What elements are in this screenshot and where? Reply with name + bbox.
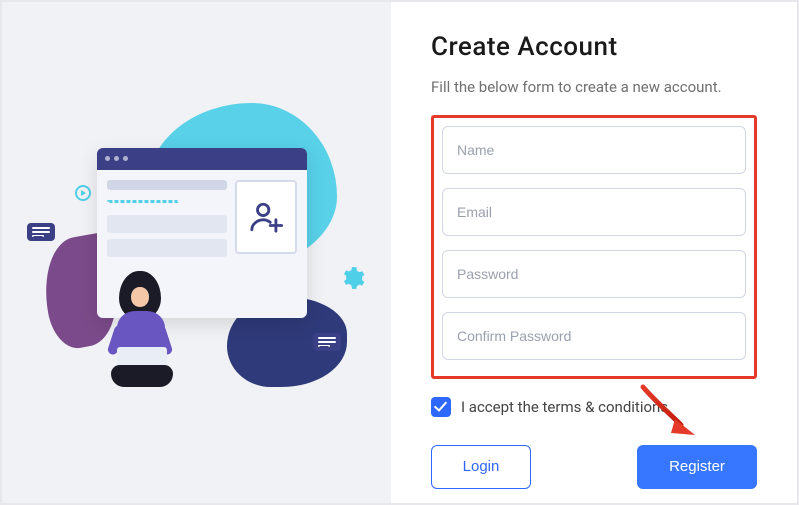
password-field[interactable] (442, 250, 746, 298)
gear-icon (339, 265, 365, 295)
illustration-panel (2, 2, 391, 503)
person-graphic (97, 271, 187, 391)
form-panel: Create Account Fill the below form to cr… (391, 2, 797, 503)
chat-icon (313, 333, 341, 351)
name-field[interactable] (442, 126, 746, 174)
highlighted-input-group (431, 115, 757, 379)
terms-checkbox[interactable] (431, 397, 451, 417)
page-subtitle: Fill the below form to create a new acco… (431, 76, 757, 99)
confirm-password-field[interactable] (442, 312, 746, 360)
terms-label: I accept the terms & conditions (461, 398, 668, 416)
email-field[interactable] (442, 188, 746, 236)
page-title: Create Account (431, 32, 757, 62)
register-button[interactable]: Register (637, 445, 757, 489)
add-user-icon (235, 180, 297, 254)
login-button[interactable]: Login (431, 445, 531, 489)
chat-icon (27, 223, 55, 241)
play-icon (75, 185, 91, 201)
signup-illustration (27, 113, 367, 393)
